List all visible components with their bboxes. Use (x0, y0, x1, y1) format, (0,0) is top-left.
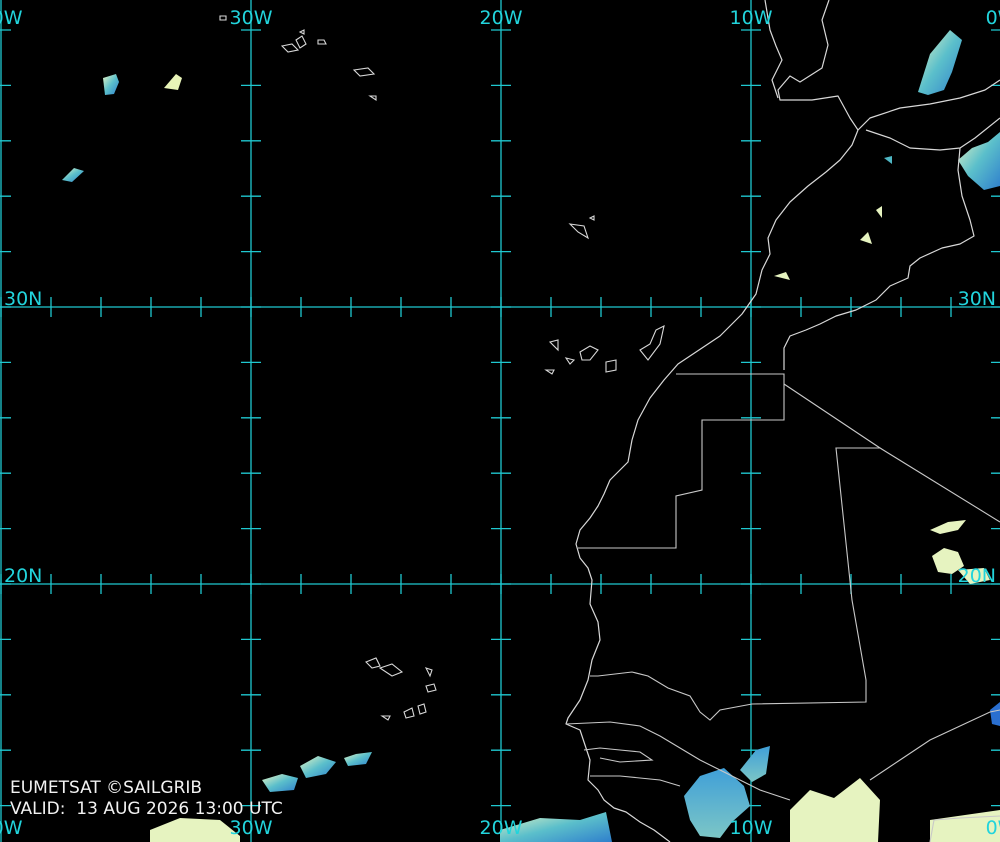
cloud-patch (164, 74, 182, 90)
cloud-patch (876, 206, 882, 218)
graticule (0, 0, 1000, 842)
parallel-label-right: 20N (958, 565, 996, 587)
meridian-label-top: 20W (480, 7, 523, 29)
meridian-label-top: 10W (730, 7, 773, 29)
cloud-patch (930, 520, 966, 534)
meridian-label-top: 30W (230, 7, 273, 29)
coastlines (565, 0, 1000, 842)
cloud-patch (860, 232, 872, 244)
cloud-patch (958, 132, 1000, 190)
graticule-labels: 40W 40W 30W 30W 20W 20W 10W 10W 0W 0W 30N 30N 20N 20N… (0, 7, 1000, 839)
cloud-patch (774, 272, 790, 280)
cloud-patch (62, 168, 84, 182)
cloud-patch (344, 752, 372, 766)
meridian-label-bottom: 40W (0, 817, 23, 839)
cloud-patch (300, 756, 336, 778)
cloud-patch (150, 818, 240, 842)
parallel-label-left: 20N (4, 565, 42, 587)
meridian-label-top: 40W (0, 7, 23, 29)
cloud-cover (62, 30, 1000, 842)
cloud-patch (990, 702, 1000, 726)
cloud-patch (262, 774, 298, 792)
cloud-patch (918, 30, 962, 95)
cloud-patch (740, 746, 770, 782)
satellite-map: 40W 40W 30W 30W 20W 20W 10W 10W 0W 0W 30N 30N 20N 20N… (0, 0, 1000, 842)
cloud-patch (790, 778, 880, 842)
meridian-label-top: 0W (986, 7, 1000, 29)
meridian-label-bottom: 20W (480, 817, 523, 839)
meridian-label-bottom: 30W (230, 817, 273, 839)
meridian-label-bottom: 10W (730, 817, 773, 839)
parallel-label-left: 30N (4, 288, 42, 310)
cloud-patch (103, 74, 119, 95)
parallel-label-right: 30N (958, 288, 996, 310)
cloud-patch (884, 156, 892, 164)
valid-time: VALID: 13 AUG 2026 13:00 UTC (10, 799, 283, 819)
credit-source: EUMETSAT ©SAILGRIB (10, 778, 203, 798)
islands (219, 15, 665, 721)
meridian-label-bottom: 0W (986, 817, 1000, 839)
